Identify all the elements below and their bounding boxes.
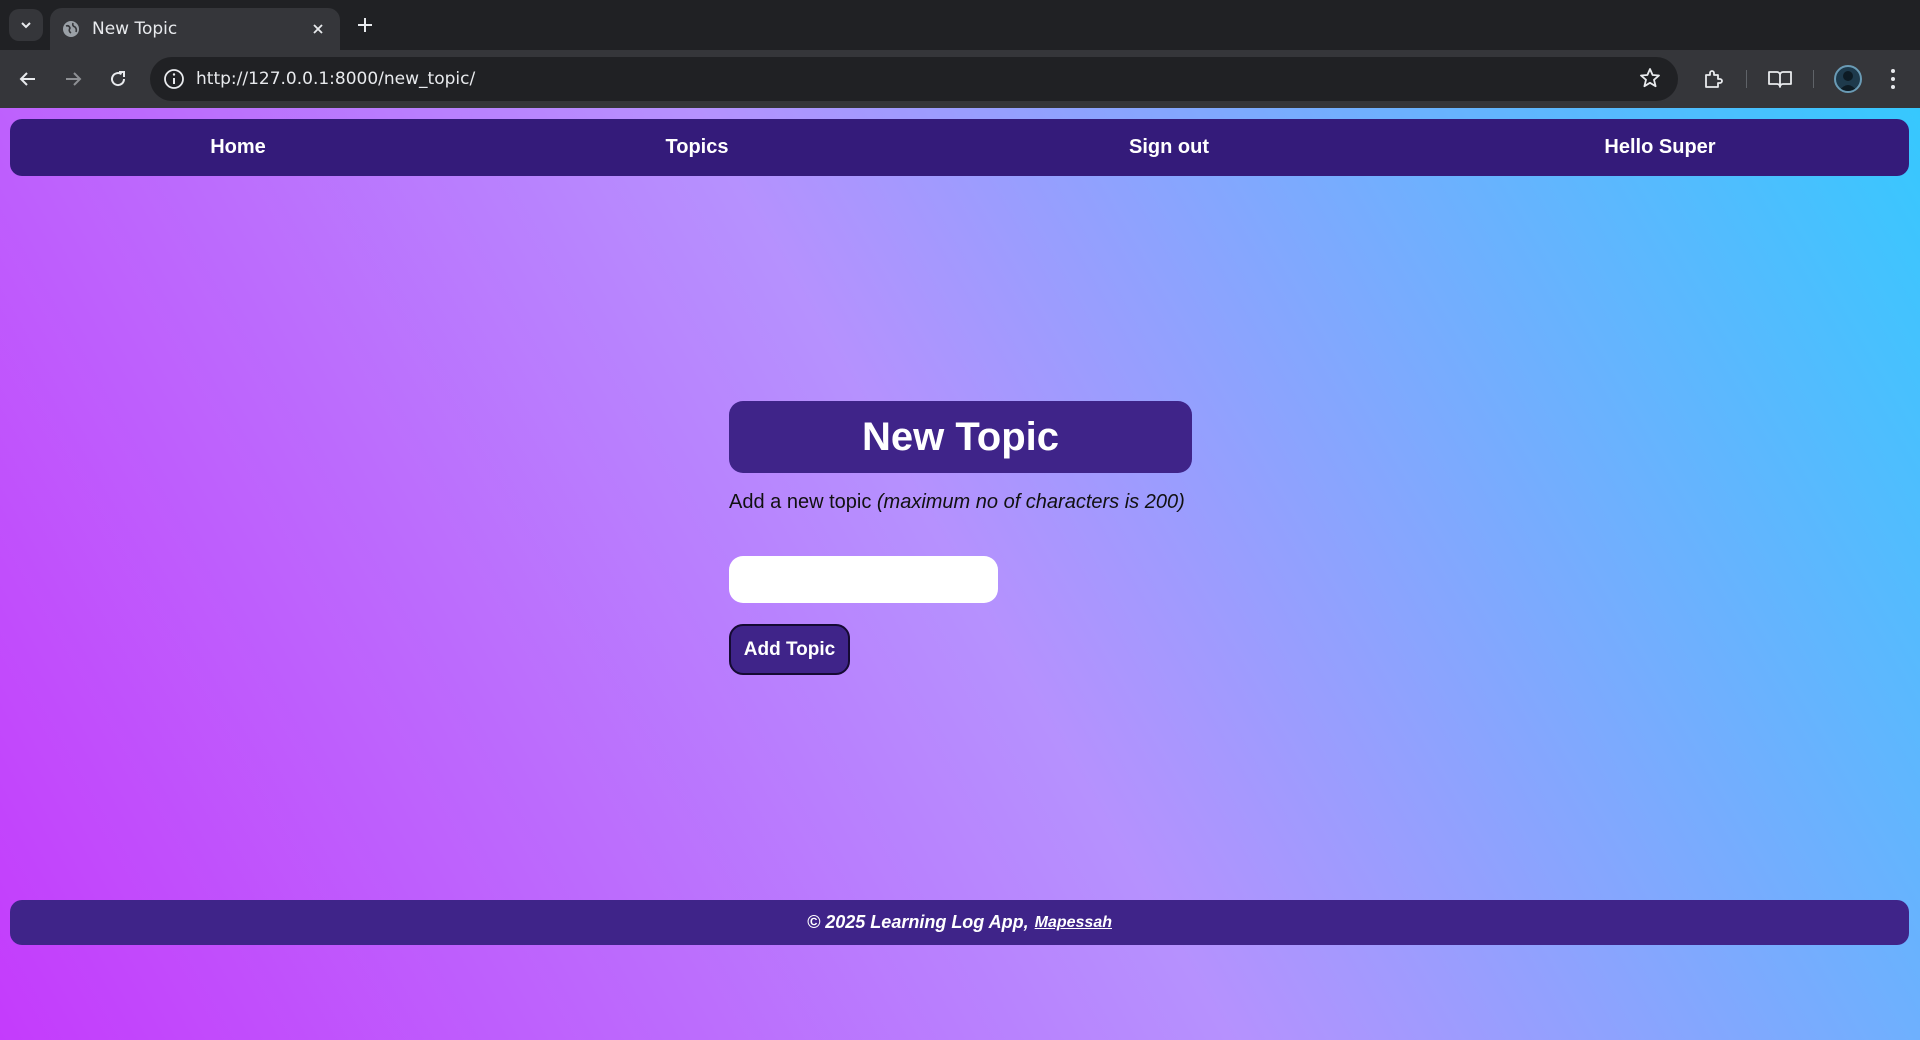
topic-text-input[interactable] [729,556,998,603]
form-hint-note: (maximum no of characters is 200) [876,491,1185,513]
reading-mode-icon[interactable] [1765,64,1795,94]
tab-search-icon[interactable] [9,9,43,41]
forward-icon[interactable] [58,64,88,94]
close-icon[interactable] [308,19,328,39]
reload-icon[interactable] [103,64,133,94]
toolbar-divider [1746,70,1747,88]
page-viewport: Home Topics Sign out Hello Super New Top… [0,108,1920,1040]
nav-greeting[interactable]: Hello Super [1604,119,1715,176]
star-icon[interactable] [1638,66,1664,92]
nav-link-home[interactable]: Home [210,119,266,176]
form-hint-text: Add a new topic [729,491,877,513]
form-hint: Add a new topic (maximum no of character… [729,491,1192,514]
address-bar[interactable]: http://127.0.0.1:8000/new_topic/ [150,57,1678,101]
new-topic-form-section: New Topic Add a new topic (maximum no of… [729,401,1192,675]
footer-author-link[interactable]: Mapessah [1035,914,1112,932]
back-icon[interactable] [13,64,43,94]
extensions-icon[interactable] [1698,64,1728,94]
browser-tab-strip: New Topic [0,0,1920,50]
nav-link-sign-out[interactable]: Sign out [1129,119,1209,176]
profile-avatar[interactable] [1834,65,1862,93]
tab-title: New Topic [92,19,178,39]
page-title: New Topic [861,414,1060,459]
info-icon[interactable] [162,67,186,91]
more-vert-icon[interactable] [1878,64,1908,94]
browser-tab[interactable]: New Topic [50,8,340,50]
add-topic-button[interactable]: Add Topic [729,624,850,675]
globe-icon [62,20,80,38]
nav-link-topics[interactable]: Topics [666,119,729,176]
page-title-box: New Topic [729,401,1192,473]
url-text[interactable]: http://127.0.0.1:8000/new_topic/ [196,69,1638,89]
browser-toolbar: http://127.0.0.1:8000/new_topic/ [0,50,1920,108]
new-tab-icon[interactable] [352,12,378,38]
site-footer: © 2025 Learning Log App, Mapessah [10,900,1909,945]
site-nav-bar: Home Topics Sign out Hello Super [10,119,1909,176]
footer-text: © 2025 Learning Log App, [807,912,1029,932]
toolbar-divider [1813,70,1814,88]
